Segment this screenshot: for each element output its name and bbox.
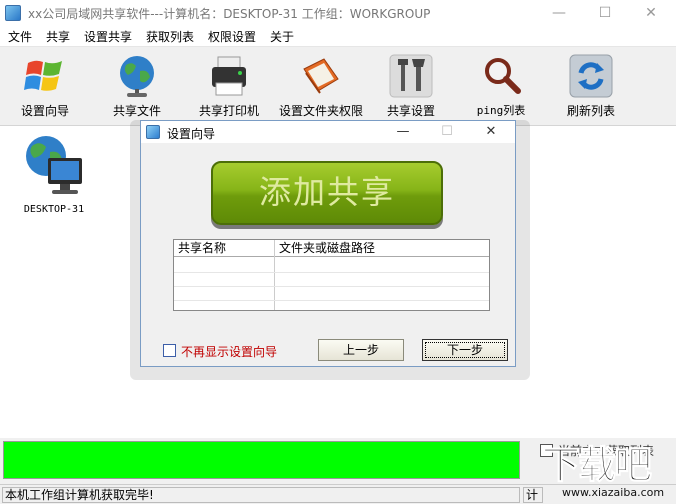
tool-label: ping列表 [476, 104, 526, 117]
folder-book-icon [303, 58, 339, 94]
tool-ping-list[interactable]: ping列表 [452, 51, 550, 123]
tool-share-files[interactable]: 共享文件 [88, 51, 186, 123]
tool-folder-permissions[interactable]: 设置文件夹权限 [272, 51, 370, 123]
tool-label: 设置文件夹权限 [278, 104, 363, 118]
title-bar: xx公司局域网共享软件---计算机名：DESKTOP-31 工作组：WORKGR… [0, 0, 676, 26]
row-divider [174, 272, 489, 273]
tool-label: 共享文件 [112, 104, 161, 118]
menu-file[interactable]: 文件 [8, 28, 32, 45]
dialog-title: 设置向导 [167, 127, 216, 141]
dialog-minimize-button[interactable]: — [381, 121, 425, 143]
maximize-button[interactable]: ☐ [582, 0, 628, 26]
progress-bar [3, 441, 520, 479]
watermark: 下载吧 www.xiazaiba.com [538, 434, 676, 504]
tool-label: 设置向导 [20, 104, 69, 118]
setup-wizard-dialog: 设置向导 — ☐ ✕ 添加共享 共享名称 文件夹或磁盘路径 不再显示设置向导 上… [140, 120, 516, 367]
column-folder-path[interactable]: 文件夹或磁盘路径 [275, 240, 489, 257]
watermark-brand: 下载吧 [541, 443, 652, 488]
menu-permissions[interactable]: 权限设置 [208, 28, 256, 45]
globe-icon [120, 56, 154, 97]
watermark-url: www.xiazaiba.com [562, 486, 665, 499]
tool-label: 共享打印机 [198, 104, 259, 118]
computer-globe-icon [26, 136, 82, 194]
menu-share[interactable]: 共享 [46, 28, 70, 45]
progress-fill [4, 442, 519, 478]
window-title: xx公司局域网共享软件---计算机名：DESKTOP-31 工作组：WORKGR… [28, 7, 431, 21]
next-step-button[interactable]: 下一步 [422, 339, 508, 361]
dont-show-again-label: 不再显示设置向导 [181, 345, 278, 359]
row-divider [174, 286, 489, 287]
menu-bar: 文件 共享 设置共享 获取列表 权限设置 关于 [0, 26, 676, 46]
tool-setup-wizard[interactable]: 设置向导 [0, 51, 94, 123]
magnifier-icon [485, 58, 521, 94]
row-divider [174, 300, 489, 301]
minimize-button[interactable]: — [536, 0, 582, 26]
computer-item[interactable]: DESKTOP-31 [18, 130, 90, 220]
windows-logo-icon [24, 60, 62, 91]
close-button[interactable]: ✕ [628, 0, 674, 26]
refresh-icon [569, 54, 613, 98]
dialog-title-bar: 设置向导 — ☐ ✕ [141, 121, 515, 143]
status-text: 本机工作组计算机获取完毕! [2, 487, 520, 503]
prev-step-button[interactable]: 上一步 [318, 339, 404, 361]
tool-label: 刷新列表 [566, 104, 615, 118]
tool-refresh-list[interactable]: 刷新列表 [542, 51, 640, 123]
dialog-close-button[interactable]: ✕ [469, 121, 513, 143]
tool-label: 共享设置 [386, 104, 435, 118]
add-share-button[interactable]: 添加共享 [211, 161, 443, 225]
menu-get-list[interactable]: 获取列表 [146, 28, 194, 45]
add-share-label: 添加共享 [258, 173, 395, 211]
dont-show-again-checkbox[interactable] [163, 344, 176, 357]
dialog-maximize-button: ☐ [441, 124, 453, 139]
column-share-name[interactable]: 共享名称 [174, 240, 274, 257]
tool-share-settings[interactable]: 共享设置 [362, 51, 460, 123]
toolbar: 设置向导 共享文件 共享打印机 设置文件夹权限 共享设置 ping列表 刷新列表 [0, 46, 676, 126]
tool-share-printer[interactable]: 共享打印机 [180, 51, 278, 123]
computer-name: DESKTOP-31 [23, 204, 85, 215]
share-table[interactable]: 共享名称 文件夹或磁盘路径 [173, 239, 490, 311]
app-icon [5, 5, 21, 21]
tools-icon [389, 54, 433, 98]
menu-about[interactable]: 关于 [270, 28, 294, 45]
dialog-app-icon [146, 125, 160, 139]
printer-icon [212, 56, 246, 96]
menu-set-share[interactable]: 设置共享 [84, 28, 132, 45]
